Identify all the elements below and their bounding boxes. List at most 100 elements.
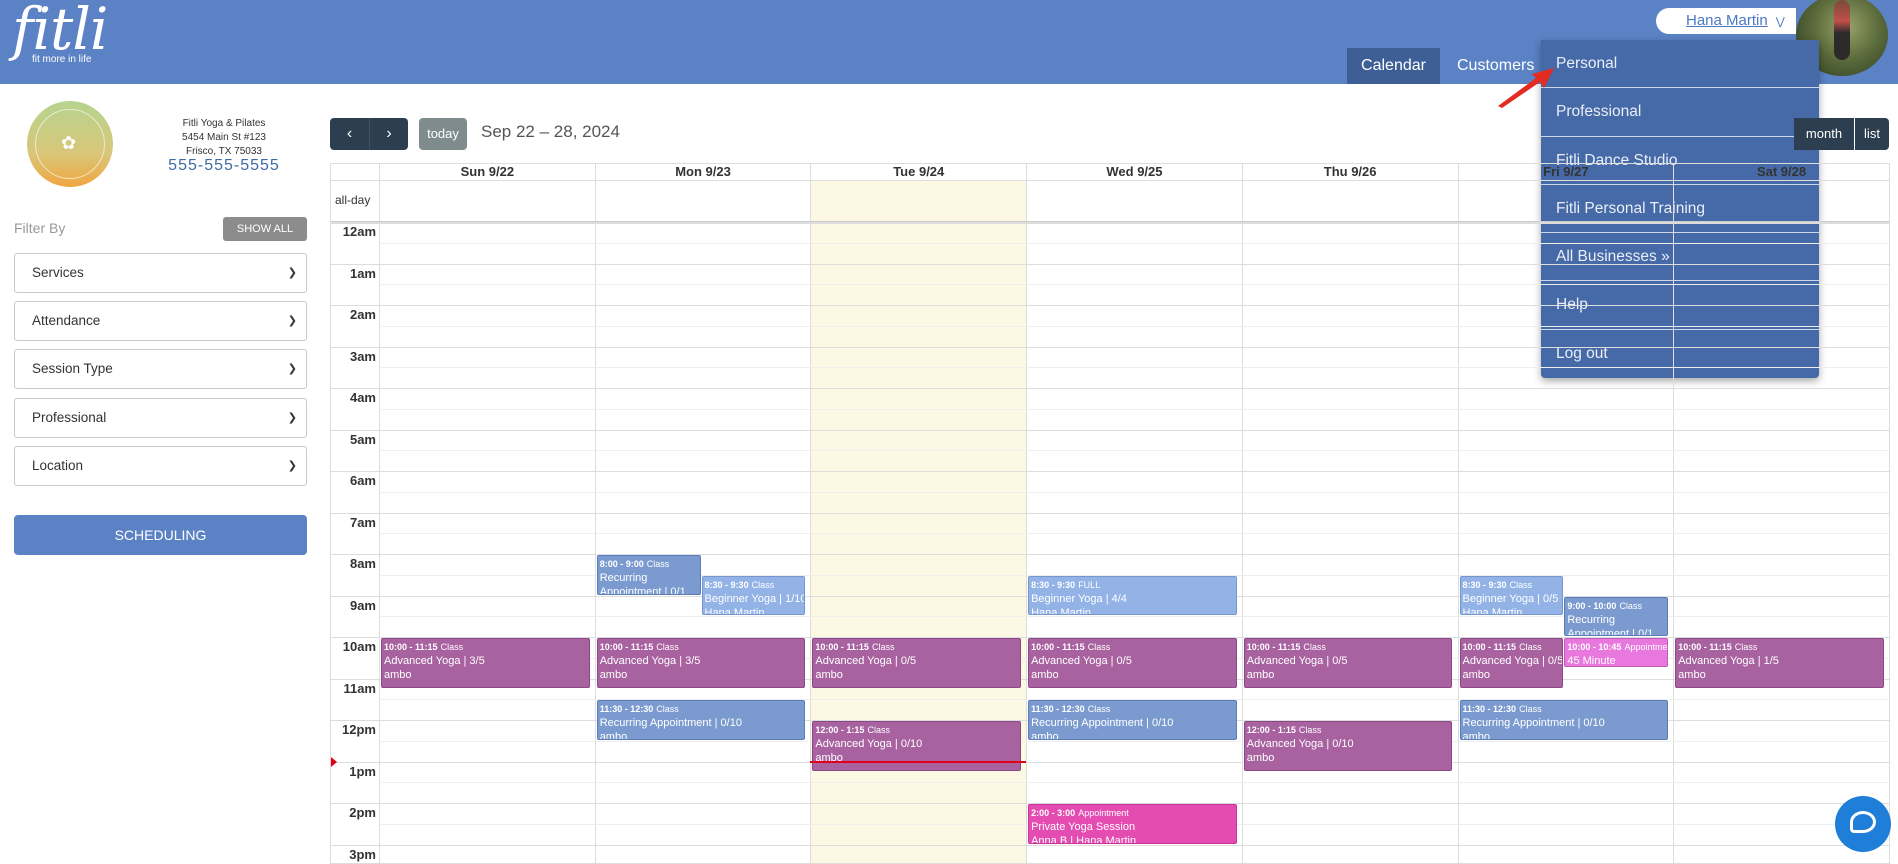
scheduling-button[interactable]: SCHEDULING: [14, 515, 307, 555]
menu-item-personal[interactable]: Personal: [1541, 40, 1819, 89]
event-time: 9:00 - 10:00 Class: [1567, 600, 1642, 611]
nav-tab-calendar[interactable]: Calendar: [1347, 48, 1440, 84]
event-subtitle: Hana Martin: [704, 606, 765, 616]
business-info: Fitli Yoga & Pilates 5454 Main St #123 F…: [150, 117, 298, 159]
calendar-event[interactable]: 8:30 - 9:30 Class Beginner Yoga | 1/10 Han…: [701, 575, 806, 616]
event-title: Advanced Yoga | 0/5: [1462, 655, 1564, 667]
grid-column-line: [1888, 180, 1889, 863]
fitli-logo[interactable]: fitli fit more in life: [12, 0, 108, 65]
calendar-event[interactable]: 11:30 - 12:30 Class Recurring Appointment…: [596, 700, 806, 740]
event-time: 11:30 - 12:30 Class: [1031, 704, 1111, 715]
chevron-down-icon: ⋁: [1775, 16, 1785, 28]
calendar-event[interactable]: 8:00 - 9:00 Class Recurring Appointment | …: [596, 555, 701, 595]
location-select-label: Location: [32, 458, 84, 473]
calendar-event[interactable]: 2:00 - 3:00 Appointment Private Yoga Sess…: [1028, 804, 1237, 844]
event-subtitle: ambo: [384, 669, 412, 681]
all-day-divider: [331, 223, 1889, 224]
half-hour-line: [379, 242, 1889, 244]
calendar-event[interactable]: 10:00 - 11:15 Class Advanced Yoga | 1/5 am…: [1675, 638, 1884, 688]
month-view-button[interactable]: month: [1794, 118, 1854, 150]
calendar-event[interactable]: 10:00 - 11:15 Class Advanced Yoga | 0/5 am…: [1028, 638, 1237, 688]
event-title: Recurring: [1567, 613, 1616, 626]
day-header[interactable]: Mon 9/23: [594, 164, 811, 180]
calendar-event[interactable]: 9:00 - 10:00 Class Recurring Appointment |…: [1564, 596, 1669, 636]
calendar-event[interactable]: 10:00 - 10:45 Appointment 45 Minute: [1564, 638, 1669, 668]
chat-widget-button[interactable]: [1835, 796, 1891, 852]
event-time: 10:00 - 11:15 Class: [1462, 642, 1542, 652]
event-time: 10:00 - 11:15 Class: [1246, 642, 1326, 652]
next-week-button[interactable]: ›: [369, 118, 408, 150]
menu-item-professional[interactable]: Professional: [1541, 88, 1819, 137]
event-title: Advanced Yoga | 0/5: [1246, 655, 1348, 667]
calendar-event[interactable]: 10:00 - 11:15 Class Advanced Yoga | 0/5 am…: [812, 638, 1022, 688]
event-subtitle: ambo: [599, 731, 628, 740]
event-subtitle: ambo: [1031, 669, 1059, 681]
calendar-event[interactable]: 10:00 - 11:15 Class Advanced Yoga | 0/5 am…: [1459, 638, 1564, 688]
day-header[interactable]: Sun 9/22: [379, 164, 595, 180]
hour-label: 4am: [349, 390, 376, 405]
half-hour-line: [379, 782, 1889, 784]
hour-label: 9am: [349, 597, 376, 613]
prev-week-button[interactable]: ‹: [330, 118, 369, 150]
event-title: Beginner Yoga | 0/5: [1462, 592, 1559, 605]
half-hour-line: [379, 533, 1889, 535]
avatar-photo: [1834, 0, 1850, 60]
day-header[interactable]: Thu 9/26: [1241, 164, 1458, 180]
calendar-event[interactable]: 11:30 - 12:30 Class Recurring Appointment…: [1028, 700, 1237, 740]
hour-label: 12pm: [342, 722, 376, 737]
hour-line: [331, 844, 1889, 846]
attendance-select[interactable]: Attendance ❯: [14, 301, 307, 341]
calendar-event[interactable]: 8:30 - 9:30 Class Beginner Yoga | 0/5 Hana…: [1459, 575, 1564, 616]
chevron-down-icon: ❯: [287, 412, 297, 424]
event-title: Advanced Yoga | 0/5: [815, 655, 917, 667]
all-day-label: all-day: [335, 193, 371, 207]
event-title: Beginner Yoga | 1/10: [704, 592, 806, 605]
chevron-down-icon: ❯: [287, 267, 297, 279]
day-header[interactable]: Tue 9/24: [810, 164, 1026, 180]
hour-line: [331, 305, 1889, 306]
chevron-down-icon: ❯: [287, 315, 297, 327]
event-time: 8:30 - 9:30 Class: [704, 579, 775, 590]
event-time: 10:00 - 11:15 Class: [1678, 642, 1758, 652]
calendar-event[interactable]: 10:00 - 11:15 Class Advanced Yoga | 0/5 am…: [1243, 638, 1453, 688]
event-time: 11:30 - 12:30 Class: [599, 704, 679, 715]
location-select[interactable]: Location ❯: [14, 446, 307, 486]
hour-line: [331, 471, 1889, 472]
calendar-event[interactable]: 12:00 - 1:15 Class Advanced Yoga | 0/10 am…: [1243, 721, 1453, 771]
day-header[interactable]: Fri 9/27: [1457, 164, 1674, 180]
hour-line: [331, 512, 1889, 514]
calendar-event[interactable]: 11:30 - 12:30 Class Recurring Appointment…: [1459, 700, 1669, 740]
day-header[interactable]: Wed 9/25: [1026, 164, 1242, 180]
hour-line: [331, 388, 1889, 389]
list-view-button[interactable]: list: [1855, 118, 1889, 150]
calendar-event[interactable]: 10:00 - 11:15 Class Advanced Yoga | 3/5 am…: [596, 638, 806, 688]
event-title: Advanced Yoga | 0/10: [1246, 738, 1354, 750]
pointer-arrow-icon: [1498, 68, 1554, 108]
user-menu-toggle[interactable]: Hana Martin ⋁: [1656, 8, 1796, 34]
calendar-event[interactable]: 8:30 - 9:30 FULL Beginner Yoga | 4/4 Hana …: [1028, 575, 1237, 616]
current-time-line: [810, 760, 1027, 763]
event-subtitle: Anna B | Hana Martin: [1031, 835, 1137, 844]
day-header[interactable]: Sat 9/28: [1673, 164, 1889, 180]
calendar-event[interactable]: 10:00 - 11:15 Class Advanced Yoga | 3/5 am…: [381, 638, 590, 688]
event-time: 8:30 - 9:30 FULL: [1031, 579, 1101, 590]
event-time: 10:00 - 11:15 Class: [815, 642, 895, 652]
event-title: Private Yoga Session: [1031, 821, 1136, 833]
current-time-arrow-icon: [331, 756, 337, 767]
session-type-select[interactable]: Session Type ❯: [14, 349, 307, 389]
event-time: 11:30 - 12:30 Class: [1462, 704, 1542, 715]
event-subtitle: ambo: [815, 752, 843, 764]
services-select[interactable]: Services ❯: [14, 253, 307, 293]
professional-select[interactable]: Professional ❯: [14, 398, 307, 438]
event-title: Advanced Yoga | 3/5: [599, 655, 701, 667]
show-all-button[interactable]: SHOW ALL: [223, 217, 307, 241]
hour-label: 1pm: [349, 763, 376, 779]
hour-label: 10am: [342, 639, 376, 654]
today-button[interactable]: today: [419, 118, 467, 150]
calendar-event[interactable]: 12:00 - 1:15 Class Advanced Yoga | 0/10 am…: [812, 721, 1022, 771]
event-title: Beginner Yoga | 4/4: [1031, 592, 1127, 605]
event-time: 2:00 - 3:00 Appointment: [1031, 808, 1129, 818]
business-phone[interactable]: 555-555-5555: [150, 157, 298, 175]
filter-by-label: Filter By: [14, 220, 66, 236]
half-hour-line: [379, 408, 1889, 410]
